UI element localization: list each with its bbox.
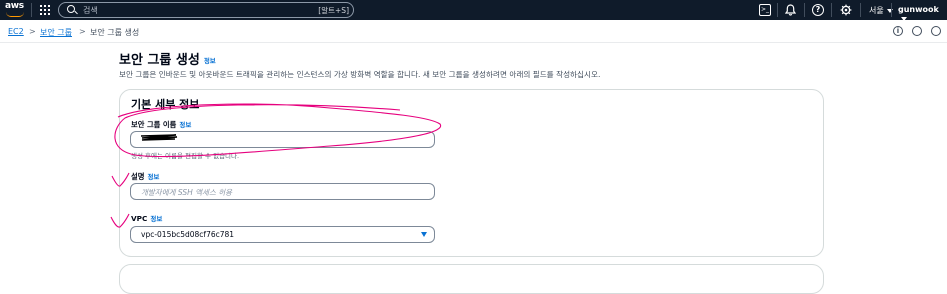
settings-icon[interactable] — [840, 4, 852, 16]
breadcrumb-current: 보안 그룹 생성 — [90, 28, 140, 37]
services-grid-icon[interactable] — [40, 5, 50, 15]
info-link[interactable]: 정보 — [150, 215, 162, 223]
topbar-divider — [860, 3, 861, 17]
vpc-select[interactable]: vpc-015bc5d08cf76c781 — [130, 226, 435, 243]
breadcrumb-ec2[interactable]: EC2 — [8, 27, 24, 36]
settings-icon[interactable] — [931, 26, 941, 36]
clock-icon[interactable] — [912, 26, 922, 36]
topbar-divider — [804, 3, 805, 17]
breadcrumb-security-groups[interactable]: 보안 그룹 — [40, 27, 72, 38]
page-title-text: 보안 그룹 생성 — [119, 53, 200, 68]
name-field-hint: 생성 후에는 이름을 편집할 수 없습니다. — [131, 152, 240, 160]
field-label-text: VPC — [131, 214, 148, 223]
aws-smile-icon — [6, 12, 24, 17]
breadcrumb-bar: EC2 > 보안 그룹 > 보안 그룹 생성 i — [0, 20, 947, 43]
region-label: 서울 — [869, 6, 884, 15]
description-field[interactable]: 개발자에게 SSH 액세스 허용 — [130, 183, 435, 200]
search-input[interactable]: 검색 [알트+S] — [58, 2, 354, 18]
cloudshell-icon[interactable]: >_ — [759, 4, 771, 16]
vpc-select-value: vpc-015bc5d08cf76c781 — [141, 230, 235, 239]
search-placeholder: 검색 — [83, 6, 98, 15]
redaction-scribble — [140, 134, 178, 141]
topbar-divider — [777, 3, 778, 17]
topbar-divider — [891, 3, 892, 17]
search-icon — [67, 5, 75, 13]
topbar-divider — [831, 3, 832, 17]
topbar-divider — [31, 3, 32, 17]
chevron-down-icon — [421, 232, 427, 237]
next-panel — [119, 264, 824, 294]
aws-logo[interactable]: aws — [4, 1, 26, 19]
security-group-name-label: 보안 그룹 이름 정보 — [131, 119, 191, 130]
breadcrumb-separator-icon: > — [29, 27, 36, 36]
panel-title: 기본 세부 정보 — [131, 98, 200, 111]
info-link[interactable]: 정보 — [204, 57, 216, 65]
page-description: 보안 그룹은 인바운드 및 아웃바운드 트래픽을 관리하는 인스턴스의 가상 방… — [119, 70, 601, 79]
help-icon[interactable]: ? — [812, 4, 824, 16]
aws-logo-text: aws — [5, 1, 24, 11]
vpc-label: VPC 정보 — [131, 213, 162, 223]
description-label: 설명 정보 — [131, 171, 159, 182]
field-label-text: 보안 그룹 이름 — [131, 120, 177, 129]
user-label: gunwook — [898, 5, 939, 14]
info-icon[interactable]: i — [893, 26, 903, 36]
search-shortcut: [알트+S] — [318, 6, 349, 15]
bell-icon[interactable] — [784, 4, 796, 16]
field-label-text: 설명 — [131, 172, 145, 181]
page-title: 보안 그룹 생성 정보 — [119, 49, 216, 68]
info-link[interactable]: 정보 — [147, 173, 159, 181]
region-selector[interactable]: 서울 — [869, 5, 893, 16]
top-navigation-bar: aws 검색 [알트+S] >_ ? 서울 gunwook — [0, 0, 947, 21]
info-link[interactable]: 정보 — [179, 121, 191, 129]
breadcrumb-separator-icon: > — [79, 27, 86, 36]
